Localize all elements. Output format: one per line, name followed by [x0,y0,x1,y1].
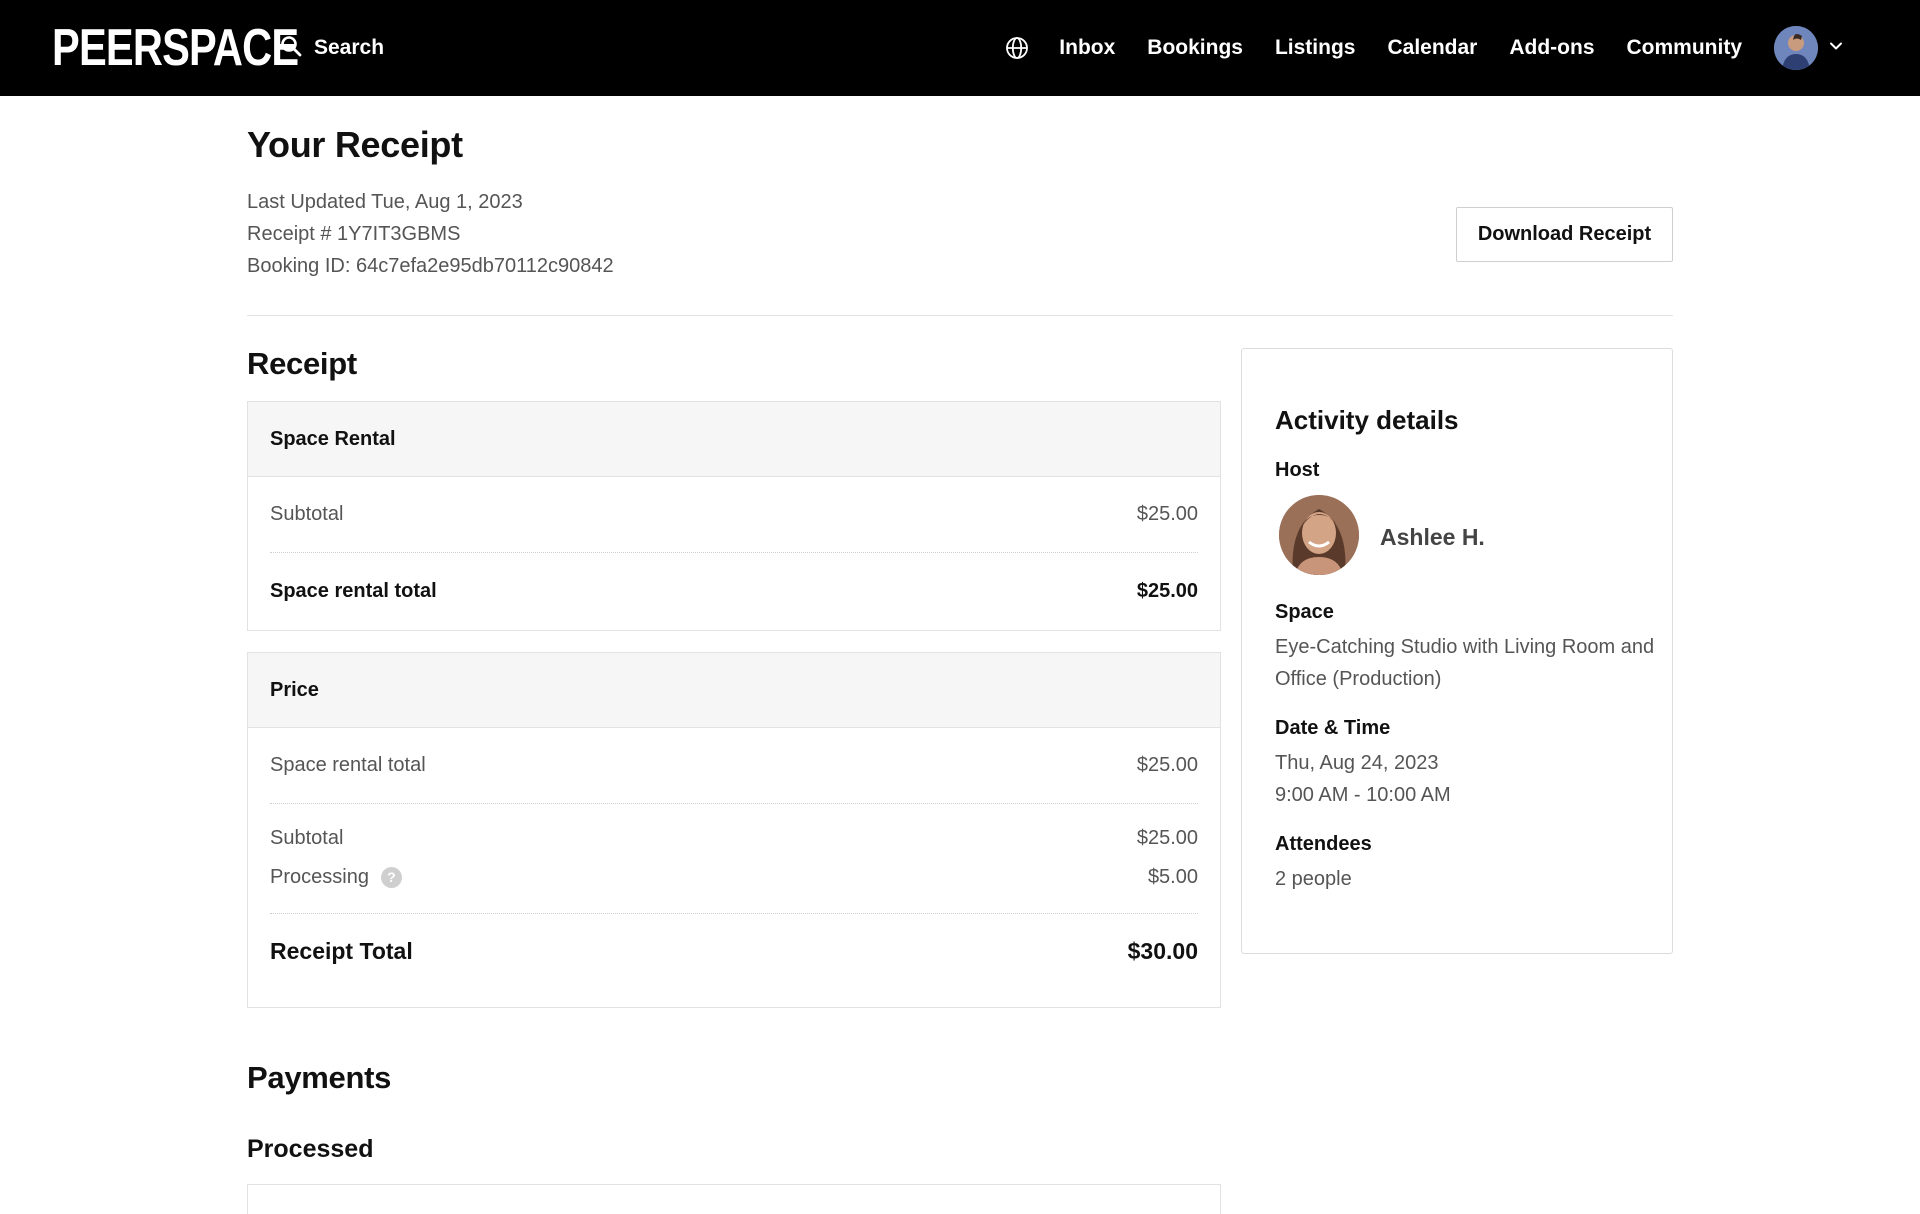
booking-time: 9:00 AM - 10:00 AM [1275,784,1451,806]
nav-listings[interactable]: Listings [1275,36,1356,60]
space-rental-card: Space Rental Subtotal $25.00 Space renta… [247,401,1221,631]
price-heading: Price [248,653,1220,728]
price-space-rental-label: Space rental total [270,754,426,776]
price-space-rental-row: Space rental total $25.00 [270,728,1198,804]
top-nav: PEERSPACE Search Inbox Bookings Listings… [0,0,1920,96]
chevron-down-icon[interactable] [1828,38,1844,59]
subtotal-value: $25.00 [1136,503,1198,525]
space-rental-subtotal-row: Subtotal $25.00 [270,477,1198,553]
receipt-meta: Last Updated Tue, Aug 1, 2023 Receipt # … [247,186,614,282]
nav-calendar[interactable]: Calendar [1387,36,1477,60]
attendees-count: 2 people [1275,868,1352,890]
peerspace-logo[interactable]: PEERSPACE [52,18,299,78]
booking-date: Thu, Aug 24, 2023 [1275,752,1439,774]
space-label: Space [1275,601,1334,623]
nav-right: Inbox Bookings Listings Calendar Add-ons… [1005,24,1844,72]
receipt-total-value: $30.00 [1127,937,1198,964]
download-receipt-button[interactable]: Download Receipt [1456,207,1673,262]
price-subtotal-row: Subtotal $25.00 [270,804,1198,856]
receipt-total-label: Receipt Total [270,937,413,964]
subtotal-label: Subtotal [270,503,344,525]
receipt-total-row: Receipt Total $30.00 [270,914,1198,988]
host-label: Host [1275,459,1320,481]
receipt-number: Receipt # 1Y7IT3GBMS [247,223,461,245]
payments-title: Payments [247,1060,392,1095]
user-menu[interactable] [1774,26,1844,70]
price-space-rental-value: $25.00 [1136,754,1198,776]
help-icon[interactable]: ? [380,867,402,889]
attendees-label: Attendees [1275,833,1372,855]
activity-details-card: Activity details Host Ashlee H. Space Ey… [1241,348,1673,954]
space-rental-total-value: $25.00 [1136,579,1198,602]
booking-id: Booking ID: 64c7efa2e95db70112c90842 [247,255,614,277]
activity-details-title: Activity details [1275,405,1459,435]
user-avatar[interactable] [1774,26,1818,70]
processed-title: Processed [247,1135,374,1163]
price-subtotal-value: $25.00 [1136,826,1198,849]
search-label: Search [314,36,385,59]
processed-card [247,1184,1221,1214]
price-processing-row: Processing? $5.00 [270,856,1198,914]
search-icon [280,35,302,62]
processing-value: $5.00 [1147,866,1198,888]
host-avatar[interactable] [1279,495,1359,575]
space-name: Eye-Catching Studio with Living Room and… [1275,636,1655,690]
divider [247,315,1673,316]
nav-bookings[interactable]: Bookings [1147,36,1243,60]
processing-label-wrap: Processing? [270,866,402,889]
page-title: Your Receipt [247,124,463,165]
space-rental-heading: Space Rental [248,402,1220,477]
receipt-section-title: Receipt [247,346,357,381]
booking-datetime: Thu, Aug 24, 2023 9:00 AM - 10:00 AM [1275,747,1655,811]
nav-add-ons[interactable]: Add-ons [1509,36,1594,60]
datetime-label: Date & Time [1275,717,1391,739]
price-card: Price Space rental total $25.00 Subtotal… [247,652,1221,1008]
price-subtotal-label: Subtotal [270,826,344,849]
search-button[interactable]: Search [280,30,384,66]
space-rental-total-row: Space rental total $25.00 [270,553,1198,629]
last-updated: Last Updated Tue, Aug 1, 2023 [247,191,523,213]
space-rental-total-label: Space rental total [270,579,437,602]
processing-label: Processing [270,866,369,888]
host-name[interactable]: Ashlee H. [1380,524,1485,551]
nav-inbox[interactable]: Inbox [1059,36,1115,60]
nav-community[interactable]: Community [1627,36,1743,60]
globe-icon[interactable] [1005,36,1029,60]
